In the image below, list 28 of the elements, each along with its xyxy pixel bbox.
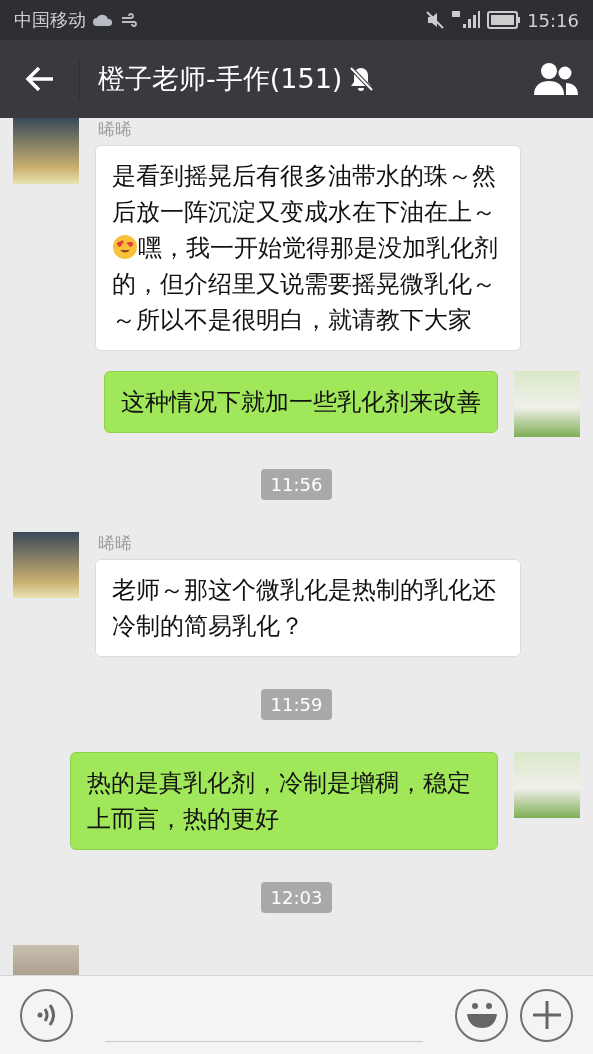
timestamp: 12:03 — [260, 882, 333, 913]
group-members-icon[interactable] — [533, 61, 579, 97]
timestamp: 11:56 — [260, 469, 333, 500]
smiley-icon — [464, 1000, 499, 1030]
plus-icon — [532, 1001, 561, 1029]
chat-title: 橙子老师-手作(151) — [98, 62, 343, 96]
timestamp: 11:59 — [260, 689, 333, 720]
cloud-icon — [92, 13, 114, 27]
carrier-name: 中国移动 — [14, 8, 86, 32]
emoji-button[interactable] — [455, 988, 508, 1042]
wind-icon — [120, 13, 138, 27]
voice-button[interactable] — [20, 988, 73, 1042]
signal-icon — [451, 10, 482, 30]
sender-name: 晞晞 — [98, 118, 133, 141]
mute-icon — [425, 10, 446, 30]
avatar-photo[interactable] — [13, 532, 79, 598]
clock-time: 15:16 — [527, 9, 579, 31]
message-bubble: 这种情况下就加一些乳化剂来改善 — [104, 371, 498, 433]
back-arrow-icon — [24, 66, 55, 92]
message-bubble: 老师～那这个微乳化是热制的乳化还冷制的简易乳化？ — [95, 559, 521, 657]
sender-name: 晞晞 — [98, 532, 133, 555]
voice-icon — [35, 1003, 58, 1027]
message-bubble: 是看到摇晃后有很多油带水的珠～然后放一阵沉淀又变成水在下油在上～ 嘿，我一开始觉得那是没加乳化剂的，但介绍里又说需要摇晃微乳化～～所以不是很明白，就请教下大家 — [95, 145, 521, 351]
battery-icon — [487, 11, 522, 29]
message-bubble: 热的是真乳化剂，冷制是增稠，稳定上而言，热的更好 — [70, 752, 498, 850]
plus-button[interactable] — [520, 988, 573, 1042]
avatar-photo[interactable] — [13, 118, 79, 184]
emoji-icon — [112, 234, 138, 260]
